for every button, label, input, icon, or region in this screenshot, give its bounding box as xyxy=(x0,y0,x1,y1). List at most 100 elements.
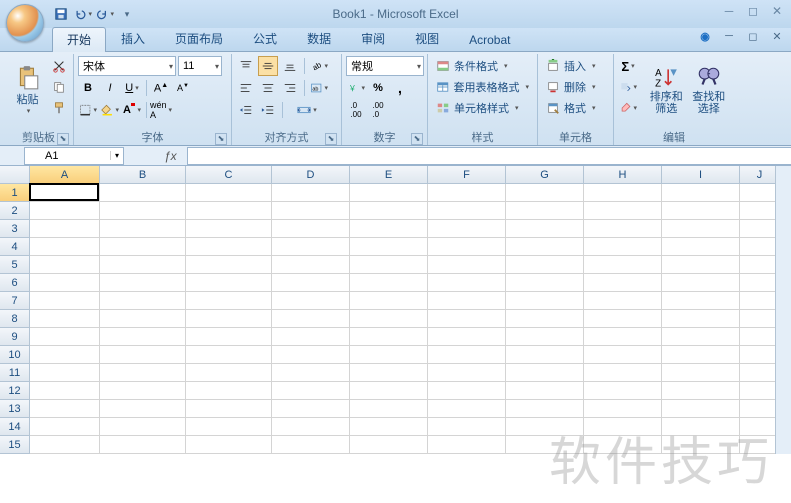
cell[interactable] xyxy=(186,382,272,400)
format-painter-button[interactable] xyxy=(49,98,69,118)
merge-center-button[interactable]: ▾ xyxy=(287,100,327,120)
cell[interactable] xyxy=(506,310,584,328)
cell[interactable] xyxy=(428,382,506,400)
align-right-button[interactable] xyxy=(280,78,300,98)
minimize-ribbon-button[interactable]: ─ xyxy=(721,30,737,46)
cell[interactable] xyxy=(272,292,350,310)
column-header[interactable]: B xyxy=(100,166,186,184)
cell[interactable] xyxy=(350,256,428,274)
cell[interactable] xyxy=(584,292,662,310)
cell[interactable] xyxy=(100,202,186,220)
cell[interactable] xyxy=(740,382,780,400)
redo-icon[interactable]: ▾ xyxy=(96,5,114,23)
row-header[interactable]: 15 xyxy=(0,436,30,454)
tab-page-layout[interactable]: 页面布局 xyxy=(160,26,238,51)
align-center-button[interactable] xyxy=(258,78,278,98)
column-header[interactable]: J xyxy=(740,166,780,184)
cell[interactable] xyxy=(272,184,350,202)
cell[interactable] xyxy=(272,436,350,454)
underline-button[interactable]: U▾ xyxy=(122,78,142,98)
cell[interactable] xyxy=(350,184,428,202)
copy-button[interactable] xyxy=(49,77,69,97)
column-header[interactable]: D xyxy=(272,166,350,184)
cell[interactable] xyxy=(662,418,740,436)
cell[interactable] xyxy=(428,274,506,292)
row-header[interactable]: 14 xyxy=(0,418,30,436)
number-format-combo[interactable]: 常规▾ xyxy=(346,56,424,76)
cell[interactable] xyxy=(428,292,506,310)
accounting-button[interactable]: ￥▾ xyxy=(346,78,366,98)
maximize-button[interactable]: ◻ xyxy=(745,4,761,18)
cell[interactable] xyxy=(428,328,506,346)
row-header[interactable]: 7 xyxy=(0,292,30,310)
font-name-combo[interactable]: 宋体▾ xyxy=(78,56,176,76)
cell[interactable] xyxy=(186,310,272,328)
align-middle-button[interactable] xyxy=(258,56,278,76)
cell[interactable] xyxy=(100,400,186,418)
align-left-button[interactable] xyxy=(236,78,256,98)
cell[interactable] xyxy=(740,274,780,292)
cell[interactable] xyxy=(584,346,662,364)
cell[interactable] xyxy=(506,184,584,202)
cell[interactable] xyxy=(100,220,186,238)
cell[interactable] xyxy=(662,310,740,328)
cell[interactable] xyxy=(30,364,100,382)
name-box-dropdown[interactable]: ▾ xyxy=(110,151,123,160)
cell[interactable] xyxy=(100,418,186,436)
italic-button[interactable]: I xyxy=(100,78,120,98)
select-all-corner[interactable] xyxy=(0,166,30,184)
comma-button[interactable]: , xyxy=(390,78,410,98)
cell[interactable] xyxy=(740,292,780,310)
cell[interactable] xyxy=(506,346,584,364)
row-header[interactable]: 2 xyxy=(0,202,30,220)
cell[interactable] xyxy=(506,292,584,310)
clear-button[interactable]: ▾ xyxy=(618,98,638,118)
percent-button[interactable]: % xyxy=(368,78,388,98)
cell[interactable] xyxy=(30,346,100,364)
increase-decimal-button[interactable]: .0.00 xyxy=(346,100,366,120)
cell[interactable] xyxy=(272,346,350,364)
cell[interactable] xyxy=(740,184,780,202)
row-header[interactable]: 1 xyxy=(0,184,30,202)
row-header[interactable]: 12 xyxy=(0,382,30,400)
row-header[interactable]: 5 xyxy=(0,256,30,274)
cell[interactable] xyxy=(584,238,662,256)
cell[interactable] xyxy=(662,238,740,256)
cell[interactable] xyxy=(100,346,186,364)
cell[interactable] xyxy=(740,418,780,436)
cell[interactable] xyxy=(350,418,428,436)
cell[interactable] xyxy=(584,202,662,220)
cell[interactable] xyxy=(350,238,428,256)
column-header[interactable]: E xyxy=(350,166,428,184)
cell[interactable] xyxy=(428,364,506,382)
cell[interactable] xyxy=(662,274,740,292)
row-header[interactable]: 3 xyxy=(0,220,30,238)
cell[interactable] xyxy=(30,274,100,292)
cell[interactable] xyxy=(740,310,780,328)
font-color-button[interactable]: A▾ xyxy=(122,100,142,120)
shrink-font-button[interactable]: A▼ xyxy=(173,78,193,98)
cell[interactable] xyxy=(350,274,428,292)
cell[interactable] xyxy=(428,256,506,274)
office-button[interactable] xyxy=(6,4,44,42)
cell[interactable] xyxy=(662,328,740,346)
cell[interactable] xyxy=(350,220,428,238)
cell[interactable] xyxy=(30,418,100,436)
cell[interactable] xyxy=(186,400,272,418)
column-header[interactable]: I xyxy=(662,166,740,184)
cell[interactable] xyxy=(506,382,584,400)
cell[interactable] xyxy=(30,382,100,400)
row-header[interactable]: 4 xyxy=(0,238,30,256)
cell[interactable] xyxy=(350,436,428,454)
cell[interactable] xyxy=(662,256,740,274)
cell[interactable] xyxy=(186,346,272,364)
cell[interactable] xyxy=(272,256,350,274)
cell-styles-button[interactable]: 单元格样式▾ xyxy=(432,98,533,118)
cell[interactable] xyxy=(662,382,740,400)
font-dialog-launcher[interactable]: ⬊ xyxy=(215,133,227,145)
cell[interactable] xyxy=(272,238,350,256)
cell[interactable] xyxy=(272,274,350,292)
cell[interactable] xyxy=(740,238,780,256)
cell[interactable] xyxy=(30,310,100,328)
cell[interactable] xyxy=(30,436,100,454)
